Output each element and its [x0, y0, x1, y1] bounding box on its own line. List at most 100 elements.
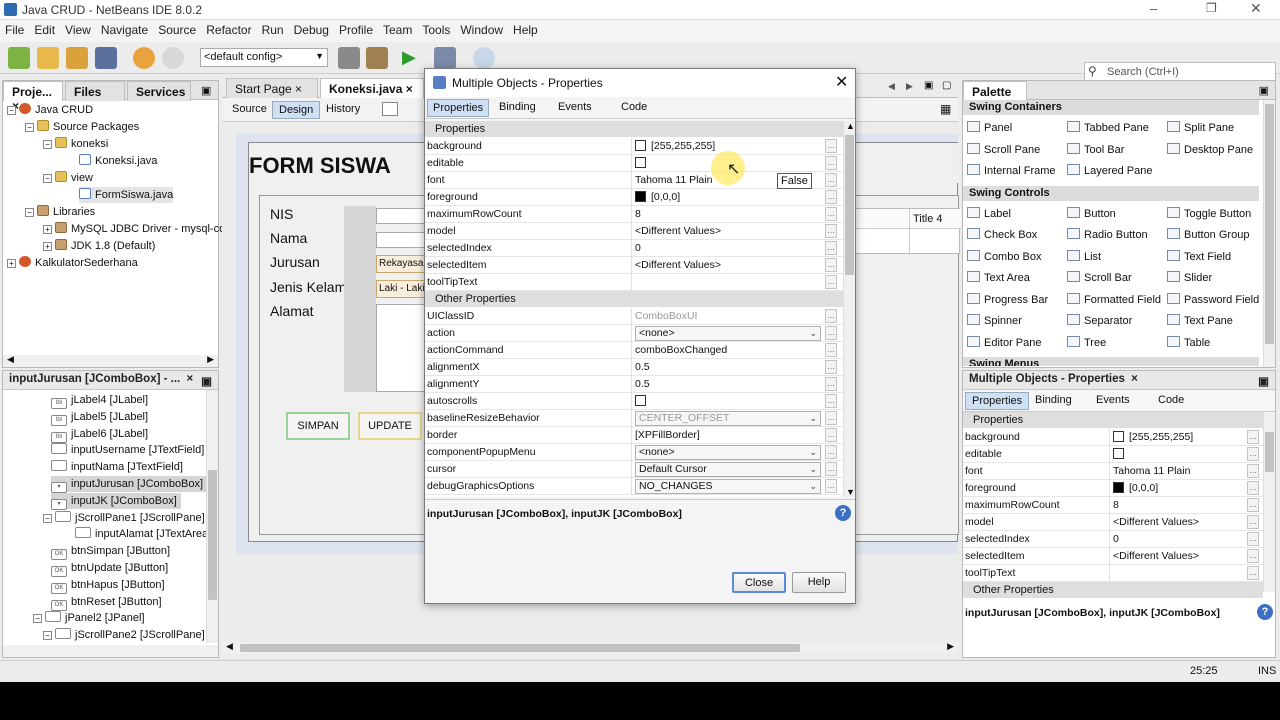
tree-item[interactable]: − view	[43, 170, 93, 186]
dialog-help-button[interactable]: Help	[792, 572, 846, 593]
palette-scrollbar[interactable]	[1263, 100, 1275, 367]
palette-item[interactable]: Editor Pane	[967, 335, 1041, 349]
selection-mode-icon[interactable]	[382, 102, 398, 116]
navigator-item[interactable]: lbl jLabel4 [JLabel]	[51, 392, 148, 409]
property-section[interactable]: Other Properties	[963, 582, 1263, 598]
navigator-item[interactable]: lbl jLabel5 [JLabel]	[51, 409, 148, 426]
ellipsis-button[interactable]: …	[825, 173, 837, 187]
menu-tools[interactable]: Tools	[417, 20, 455, 40]
property-row[interactable]: model <Different Values>…	[425, 223, 843, 240]
navigator-scrollbar[interactable]	[206, 390, 218, 643]
ellipsis-button[interactable]: …	[825, 462, 837, 476]
ellipsis-button[interactable]: …	[825, 190, 837, 204]
palette-item[interactable]: Text Field	[1167, 249, 1231, 263]
property-row[interactable]: border [XPFillBorder]…	[425, 427, 843, 444]
tree-item[interactable]: FormSiswa.java	[79, 187, 174, 203]
close-window-icon[interactable]: ✕	[1250, 0, 1262, 17]
tree-item[interactable]: − koneksi	[43, 136, 108, 152]
menu-navigate[interactable]: Navigate	[96, 20, 153, 40]
ellipsis-button[interactable]: …	[1247, 447, 1259, 461]
property-row[interactable]: debugGraphicsOptions NO_CHANGES ⌄…	[425, 478, 843, 495]
close-tab-icon[interactable]: ×	[406, 82, 413, 96]
tab-properties[interactable]: Properties	[427, 99, 490, 117]
palette-item[interactable]: Layered Pane	[1067, 164, 1153, 177]
palette-item[interactable]: Text Pane	[1167, 314, 1233, 327]
menu-debug[interactable]: Debug	[289, 20, 334, 40]
minimize-icon[interactable]: –	[1150, 1, 1157, 16]
collapse-icon[interactable]: −	[25, 123, 34, 132]
ellipsis-button[interactable]: …	[825, 224, 837, 238]
palette-item[interactable]: Toggle Button	[1167, 206, 1251, 220]
palette-item[interactable]: Tabbed Pane	[1067, 121, 1149, 134]
search-input[interactable]: Search (Ctrl+I)	[1084, 62, 1276, 82]
ellipsis-button[interactable]: …	[1247, 549, 1259, 563]
menu-window[interactable]: Window	[455, 20, 508, 40]
tree-item[interactable]: + JDK 1.8 (Default)	[43, 238, 155, 254]
scroll-tabs-left-icon[interactable]: ◀	[888, 81, 895, 92]
help-icon[interactable]: ?	[1257, 604, 1273, 620]
property-row[interactable]: selectedItem <Different Values>…	[963, 548, 1263, 565]
collapse-icon[interactable]: −	[7, 106, 16, 115]
guides-icon[interactable]: ▦	[940, 102, 951, 116]
property-row[interactable]: model <Different Values>…	[963, 514, 1263, 531]
property-section[interactable]: Properties	[963, 412, 1263, 428]
tab-binding[interactable]: Binding	[499, 101, 536, 113]
scroll-right-icon[interactable]: ▶	[947, 641, 954, 652]
ellipsis-button[interactable]: …	[825, 326, 837, 340]
property-row[interactable]: alignmentX 0.5…	[425, 359, 843, 376]
navigator-item[interactable]: OK btnHapus [JButton]	[51, 577, 165, 594]
run-icon[interactable]: ▶	[402, 47, 416, 68]
expand-icon[interactable]: +	[43, 242, 52, 251]
ellipsis-button[interactable]: …	[825, 275, 837, 289]
minimize-panel-icon[interactable]: ▣	[201, 374, 212, 388]
close-tab-icon[interactable]: ×	[186, 373, 193, 385]
palette-item[interactable]: Formatted Field	[1067, 292, 1161, 306]
collapse-icon[interactable]: −	[33, 614, 42, 624]
property-row[interactable]: UIClassID ComboBoxUI…	[425, 308, 843, 325]
dialog-close-icon[interactable]: ✕	[835, 72, 848, 92]
palette-item[interactable]: Separator	[1067, 314, 1132, 327]
config-select[interactable]: <default config> ▼	[200, 48, 328, 67]
tab-palette[interactable]: Palette ×	[963, 81, 1027, 113]
property-row[interactable]: selectedIndex 0…	[963, 531, 1263, 548]
tab-code[interactable]: Code	[621, 101, 647, 113]
menu-view[interactable]: View	[60, 20, 96, 40]
minimize-panel-icon[interactable]: ▣	[1259, 84, 1269, 97]
property-row[interactable]: font Tahoma 11 Plain…	[963, 463, 1263, 480]
checkbox[interactable]	[635, 157, 646, 168]
close-tab-icon[interactable]: ×	[1131, 373, 1138, 385]
property-row[interactable]: background [255,255,255]…	[963, 429, 1263, 446]
palette-item[interactable]: Scroll Pane	[967, 142, 1040, 156]
menu-file[interactable]: File	[0, 20, 29, 40]
open-project-icon[interactable]	[66, 47, 88, 69]
editor-hscrollbar[interactable]: ◀ ▶	[222, 641, 958, 654]
palette-item[interactable]: Combo Box	[967, 249, 1041, 263]
palette-item[interactable]: Text Area	[967, 271, 1030, 284]
property-row[interactable]: toolTipText…	[425, 274, 843, 291]
tab-code[interactable]: Code	[1158, 394, 1184, 406]
properties-panel-scrollbar[interactable]	[1263, 412, 1275, 592]
menu-source[interactable]: Source	[153, 20, 201, 40]
tree-item[interactable]: − Java CRUD	[7, 102, 93, 118]
palette-item[interactable]: Progress Bar	[967, 292, 1048, 306]
palette-item[interactable]: Button	[1067, 206, 1116, 220]
property-row[interactable]: maximumRowCount 8…	[425, 206, 843, 223]
redo-icon[interactable]	[162, 47, 184, 69]
minimize-panel-icon[interactable]: ▣	[1258, 374, 1269, 388]
help-icon[interactable]: ?	[835, 505, 851, 521]
palette-section[interactable]: Swing Menus	[963, 357, 1259, 366]
new-file-icon[interactable]	[8, 47, 30, 69]
btn-update[interactable]: UPDATE	[358, 412, 422, 440]
expand-icon[interactable]: +	[7, 259, 16, 268]
palette-item[interactable]: Slider	[1167, 271, 1212, 284]
tab-events[interactable]: Events	[558, 101, 592, 113]
ellipsis-button[interactable]: …	[1247, 498, 1259, 512]
palette-item[interactable]: Split Pane	[1167, 121, 1234, 134]
property-row[interactable]: componentPopupMenu <none> ⌄…	[425, 444, 843, 461]
palette-section[interactable]: Swing Controls	[963, 185, 1259, 201]
navigator-item[interactable]: OK btnUpdate [JButton]	[51, 560, 168, 577]
property-combo[interactable]: NO_CHANGES ⌄	[635, 479, 821, 494]
palette-section[interactable]: Swing Containers	[963, 100, 1259, 115]
property-combo[interactable]: <none> ⌄	[635, 445, 821, 460]
tree-item[interactable]: − Libraries	[25, 204, 95, 220]
